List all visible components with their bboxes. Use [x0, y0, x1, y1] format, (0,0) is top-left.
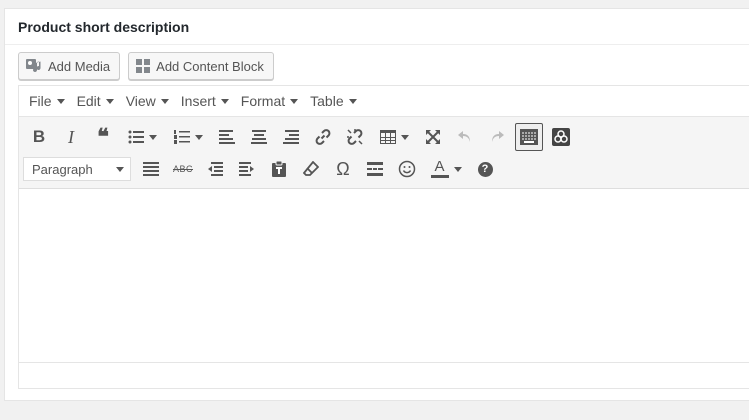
bullet-list-button[interactable]	[119, 123, 165, 151]
special-character-button[interactable]: Ω	[327, 155, 359, 183]
unlink-button[interactable]	[339, 123, 371, 151]
editor-statusbar	[19, 362, 749, 383]
chevron-down-icon	[400, 134, 409, 140]
menu-format-label: Format	[240, 93, 286, 109]
editor-toolbars: B I ❝ Paragraph ABC Ω A ?	[19, 117, 749, 189]
menu-insert-label: Insert	[180, 93, 216, 109]
emoticons-icon	[398, 160, 416, 178]
editor-menubar: File Edit View Insert Format Table	[19, 86, 749, 117]
menu-file-label: File	[29, 93, 52, 109]
menu-table-label: Table	[310, 93, 344, 109]
clear-formatting-icon	[303, 161, 319, 176]
chevron-down-icon	[220, 98, 229, 104]
content-block-icon	[552, 128, 570, 146]
redo-button[interactable]	[481, 123, 513, 151]
block-format-value: Paragraph	[32, 161, 93, 177]
text-color-button[interactable]: A	[423, 155, 469, 183]
add-content-block-label: Add Content Block	[156, 58, 264, 74]
italic-icon: I	[68, 126, 74, 147]
align-right-button[interactable]	[275, 123, 307, 151]
justify-icon	[143, 162, 159, 176]
chevron-down-icon	[194, 134, 203, 140]
help-glyph: ?	[481, 163, 489, 175]
align-center-icon	[251, 130, 267, 144]
add-media-button[interactable]: Add Media	[18, 52, 121, 80]
text-color-swatch	[430, 175, 449, 178]
text-color-letter: A	[434, 158, 445, 175]
content-block-button[interactable]	[545, 123, 577, 151]
indent-button[interactable]	[231, 155, 263, 183]
bold-button[interactable]: B	[23, 123, 55, 151]
toolbar-row-2: Paragraph ABC Ω A ?	[23, 153, 749, 185]
paste-text-icon	[272, 161, 286, 177]
product-short-description-panel: Product short description Add Media Add …	[4, 8, 749, 401]
chevron-down-icon	[116, 166, 124, 172]
table-icon	[379, 130, 396, 144]
chevron-down-icon	[160, 98, 169, 104]
clear-formatting-button[interactable]	[295, 155, 327, 183]
numbered-list-icon	[173, 130, 190, 144]
strikethrough-button[interactable]: ABC	[167, 155, 199, 183]
menu-view[interactable]: View	[120, 93, 175, 109]
strikethrough-icon: ABC	[172, 164, 193, 174]
chevron-down-icon	[348, 98, 357, 104]
undo-icon	[458, 131, 470, 142]
menu-view-label: View	[125, 93, 156, 109]
table-button[interactable]	[371, 123, 417, 151]
fullscreen-button[interactable]	[417, 123, 449, 151]
indent-icon	[239, 162, 254, 176]
link-icon	[315, 129, 331, 145]
link-button[interactable]	[307, 123, 339, 151]
italic-button[interactable]: I	[55, 123, 87, 151]
chevron-down-icon	[290, 98, 299, 104]
bullet-list-icon	[128, 130, 144, 144]
read-more-icon	[367, 162, 383, 176]
help-icon: ?	[477, 161, 493, 177]
add-media-label: Add Media	[48, 58, 111, 74]
special-character-icon: Ω	[336, 158, 350, 179]
blockquote-icon: ❝	[97, 124, 109, 149]
tinymce-editor: File Edit View Insert Format Table B I ❝	[18, 85, 749, 389]
menu-edit[interactable]: Edit	[71, 93, 120, 109]
panel-title: Product short description	[5, 9, 749, 45]
toolbar-toggle-icon	[520, 129, 538, 145]
fullscreen-icon	[426, 130, 440, 144]
menu-insert[interactable]: Insert	[175, 93, 235, 109]
outdent-icon	[208, 162, 223, 176]
add-media-icon	[25, 58, 43, 74]
bold-icon: B	[32, 127, 46, 146]
align-left-button[interactable]	[211, 123, 243, 151]
text-color-icon: A	[430, 158, 449, 178]
grid-icon	[135, 58, 151, 74]
outdent-button[interactable]	[199, 155, 231, 183]
numbered-list-button[interactable]	[165, 123, 211, 151]
chevron-down-icon	[148, 134, 157, 140]
undo-button[interactable]	[449, 123, 481, 151]
toolbar-toggle-button[interactable]	[515, 123, 543, 151]
toolbar-row-1: B I ❝	[23, 121, 749, 153]
add-content-block-button[interactable]: Add Content Block	[128, 52, 274, 80]
menu-edit-label: Edit	[76, 93, 101, 109]
emoticons-button[interactable]	[391, 155, 423, 183]
chevron-down-icon	[453, 166, 462, 172]
chevron-down-icon	[56, 98, 65, 104]
block-format-select[interactable]: Paragraph	[23, 157, 131, 181]
menu-file[interactable]: File	[23, 93, 71, 109]
align-center-button[interactable]	[243, 123, 275, 151]
read-more-button[interactable]	[359, 155, 391, 183]
justify-button[interactable]	[135, 155, 167, 183]
blockquote-button[interactable]: ❝	[87, 123, 119, 151]
redo-icon	[492, 131, 504, 142]
media-buttons: Add Media Add Content Block	[18, 52, 274, 80]
chevron-down-icon	[105, 98, 114, 104]
align-left-icon	[219, 130, 235, 144]
paste-text-button[interactable]	[263, 155, 295, 183]
menu-format[interactable]: Format	[235, 93, 304, 109]
help-button[interactable]: ?	[469, 155, 501, 183]
menu-table[interactable]: Table	[304, 93, 362, 109]
unlink-icon	[347, 129, 363, 145]
align-right-icon	[283, 130, 299, 144]
editor-content-area[interactable]	[19, 189, 749, 362]
